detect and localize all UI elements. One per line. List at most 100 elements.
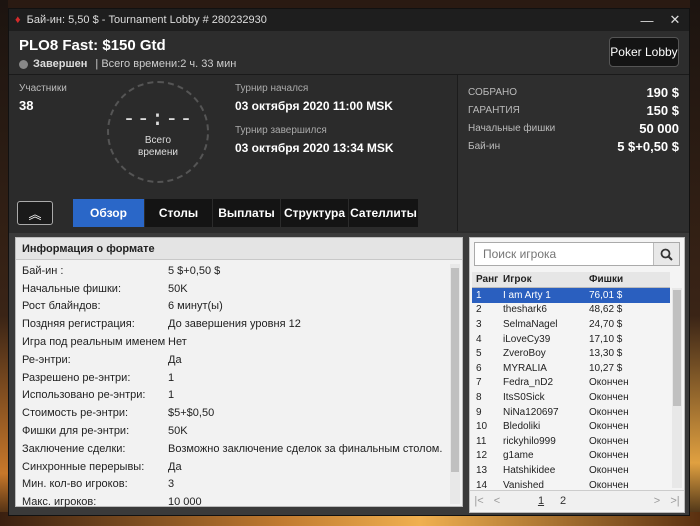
player-chips: 13,30 $ [589,348,623,360]
player-chips: Окончен [589,479,629,491]
tournament-header: PLO8 Fast: $150 Gtd Завершен | Всего вре… [9,31,689,75]
tab-tables[interactable]: Столы [145,199,213,227]
close-button[interactable]: ✕ [661,9,689,31]
desktop-background-right [690,0,700,526]
format-row-key: Начальные фишки: [22,282,122,295]
tab-satellites[interactable]: Сателлиты [349,199,419,227]
col-player[interactable]: Игрок [499,274,585,285]
participants-label: Участники [19,83,67,94]
search-icon [660,248,673,261]
format-row: Синхронные перерывы: Да [16,458,446,476]
content-area: Информация о формате Бай-ин : 5 $+0,50 $ Н… [9,233,689,515]
minimize-button[interactable]: — [633,9,661,31]
player-scrollbar[interactable] [672,288,682,488]
format-row-key: Заключение сделки: [22,442,126,455]
player-chips: Окончен [589,464,629,476]
player-name: iLoveCy39 [503,333,551,345]
player-name: NiNa120697 [503,406,559,418]
tournament-dates: Турнир начался 03 октября 2020 11:00 MSK… [235,83,394,167]
status-label: Завершен [33,58,88,70]
format-row-value: Возможно заключение сделок за финальным … [168,442,443,455]
pokerstars-logo-icon: ♦ [15,14,21,26]
player-search-input[interactable] [475,243,653,265]
player-rank: 14 [476,479,488,491]
format-row-value: 10 000 [168,496,202,509]
player-name: Hatshikidee [503,464,556,476]
player-chips: 76,01 $ [589,289,623,301]
player-chips: 17,10 $ [589,333,623,345]
player-name: I am Arty 1 [503,289,551,301]
format-row-key: Мин. кол-во игроков: [22,478,128,491]
format-scroll-thumb[interactable] [451,268,459,472]
info-left: Участники 38 --:-- Всего времени Турнир … [9,75,457,231]
format-info-panel: Информация о формате Бай-ин : 5 $+0,50 $ Н… [15,237,463,508]
player-row[interactable]: 3 SelmaNagel 24,70 $ [472,317,670,332]
format-row-key: Ре-энтри: [22,353,71,366]
player-chips: Окончен [589,435,629,447]
pager-prev[interactable]: < [488,495,506,507]
format-row-value: 3 [168,478,175,491]
prize-guarantee: ГАРАНТИЯ 150 $ [468,102,679,118]
pager-page-2[interactable]: 2 [552,495,574,507]
clock-caption-line2: времени [138,146,178,158]
player-name: Vanished [503,479,544,491]
title-bar[interactable]: ♦ Бай-ин: 5,50 $ - Tournament Lobby # 28… [9,9,689,31]
window-title: Бай-ин: 5,50 $ - Tournament Lobby # 2802… [26,14,267,26]
pager-first[interactable]: |< [470,495,488,507]
format-row-value: До завершения уровня 12 [168,318,301,331]
pager: |< < 1 2 > >| [470,490,684,510]
tab-structure[interactable]: Структура [281,199,349,227]
player-row[interactable]: 11 rickyhilo999 Окончен [472,434,670,449]
player-chips: 10,27 $ [589,362,623,374]
format-info-title: Информация о формате [16,238,462,260]
format-row-value: 5 $+0,50 $ [168,264,221,277]
player-row[interactable]: 4 iLoveCy39 17,10 $ [472,332,670,347]
format-row-value: Да [168,353,182,366]
player-scroll-thumb[interactable] [673,290,681,406]
player-row[interactable]: 2 theshark6 48,62 $ [472,303,670,318]
format-row: Макс. игроков: 10 000 [16,493,446,511]
prize-collected: СОБРАНО 190 $ [468,84,679,100]
player-row[interactable]: 8 ItsS0Sick Окончен [472,390,670,405]
col-rank[interactable]: Ранг [472,274,499,285]
pager-last[interactable]: >| [666,495,684,507]
format-row-key: Макс. игроков: [22,496,97,509]
player-search [474,242,680,266]
player-table-header: Ранг Игрок Фишки [472,272,670,288]
player-chips: 48,62 $ [589,304,623,316]
player-row[interactable]: 9 NiNa120697 Окончен [472,405,670,420]
tab-overview[interactable]: Обзор [73,199,145,227]
format-row: Ре-энтри: Да [16,351,446,369]
player-rank: 13 [476,464,488,476]
format-row-key: Стоимость ре-энтри: [22,407,129,420]
format-row-value: 6 минут(ы) [168,300,223,313]
tab-payouts[interactable]: Выплаты [213,199,281,227]
player-row[interactable]: 10 Bledoliki Окончен [472,419,670,434]
player-name: Fedra_nD2 [503,377,554,389]
clock-dial: --:-- Всего времени [107,81,209,183]
player-rank: 10 [476,421,488,433]
player-row[interactable]: 5 ZveroBoy 13,30 $ [472,346,670,361]
pager-page-1[interactable]: 1 [530,495,552,507]
started-label: Турнир начался [235,83,309,94]
status-row: Завершен | Всего времени:2 ч. 33 мин [19,58,679,70]
ended-label: Турнир завершился [235,125,327,136]
player-row[interactable]: 1 I am Arty 1 76,01 $ [472,288,670,303]
format-row-value: Нет [168,336,187,349]
player-row[interactable]: 6 MYRALIA 10,27 $ [472,361,670,376]
format-scrollbar[interactable] [450,264,460,504]
collapse-chevron-up-icon[interactable]: ︽ [17,201,53,225]
prize-buyin: Бай-ин 5 $+0,50 $ [468,138,679,154]
format-row: Мин. кол-во игроков: 3 [16,476,446,494]
prize-info: СОБРАНО 190 $ ГАРАНТИЯ 150 $ Начальные ф… [457,75,689,231]
player-name: Bledoliki [503,421,541,433]
player-row[interactable]: 13 Hatshikidee Окончен [472,463,670,478]
player-row[interactable]: 12 g1ame Окончен [472,449,670,464]
format-row: Фишки для ре-энтри: 50K [16,422,446,440]
player-row[interactable]: 7 Fedra_nD2 Окончен [472,376,670,391]
search-button[interactable] [653,243,679,265]
tournament-info: Участники 38 --:-- Всего времени Турнир … [9,75,689,231]
col-chips[interactable]: Фишки [585,274,670,285]
poker-lobby-button[interactable]: Poker Lobby [609,37,679,67]
pager-next[interactable]: > [648,495,666,507]
